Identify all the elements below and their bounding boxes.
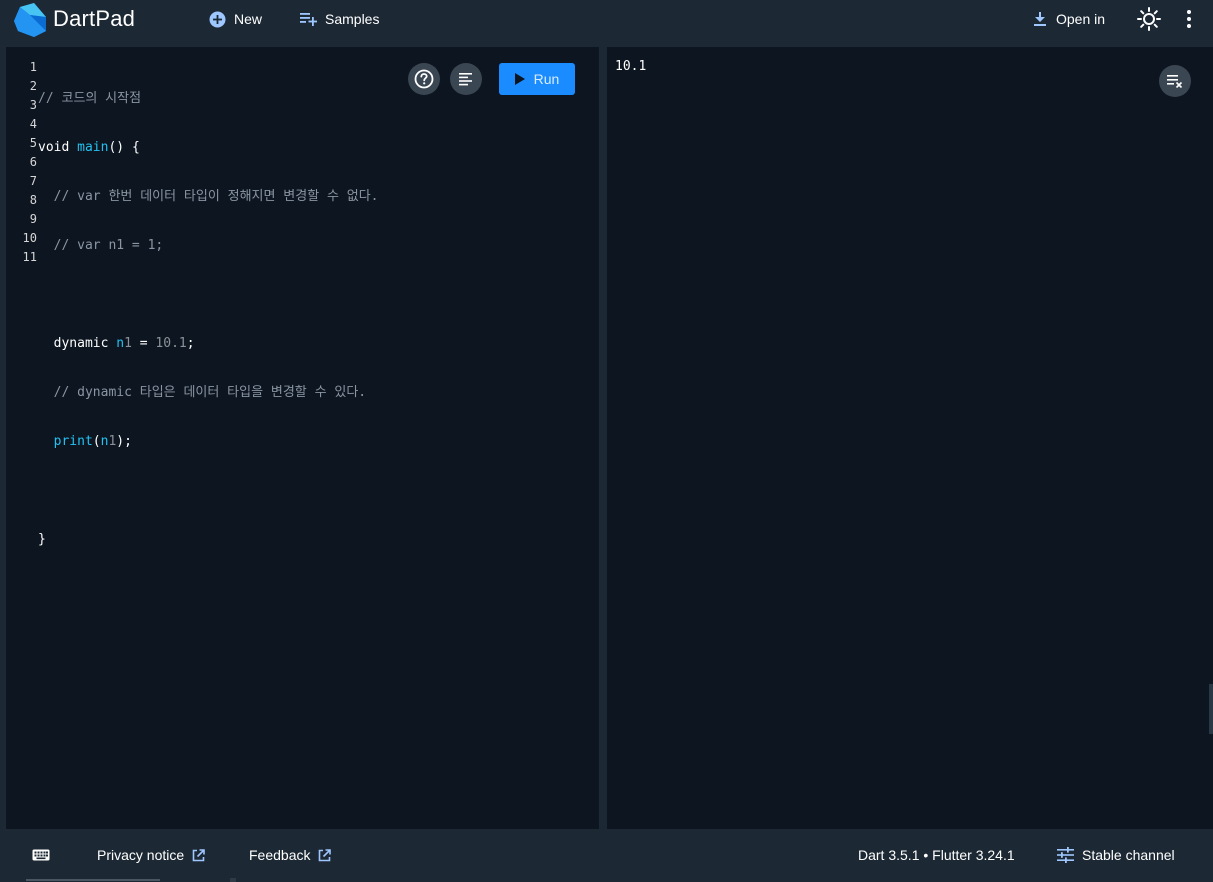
external-link-icon bbox=[319, 848, 332, 861]
scrollbar-handle[interactable] bbox=[230, 878, 236, 882]
keyboard-shortcuts-button[interactable] bbox=[32, 845, 50, 865]
code-line[interactable] bbox=[38, 482, 599, 501]
line-number: 6 bbox=[29, 155, 37, 169]
external-link-icon bbox=[192, 848, 205, 861]
code-line[interactable] bbox=[38, 580, 599, 599]
app-title: DartPad bbox=[53, 6, 136, 31]
channel-label: Stable channel bbox=[1082, 847, 1175, 863]
version-info: Dart 3.5.1 • Flutter 3.24.1 bbox=[858, 845, 1015, 865]
line-number: 8 bbox=[29, 193, 37, 207]
keyboard-icon bbox=[32, 849, 50, 861]
channel-selector-button[interactable]: Stable channel bbox=[1057, 845, 1175, 865]
more-vert-icon bbox=[1187, 10, 1191, 28]
top-bar: DartPad New Samples Open in bbox=[0, 0, 1213, 44]
console-output: 10.1 bbox=[607, 47, 1213, 829]
add-circle-icon bbox=[209, 11, 226, 27]
output-text: 10.1 bbox=[615, 59, 647, 74]
code-line[interactable] bbox=[38, 286, 599, 305]
code-line[interactable]: } bbox=[38, 531, 599, 550]
line-number: 2 bbox=[29, 79, 37, 93]
download-icon bbox=[1034, 12, 1046, 26]
code-line[interactable]: dynamic n1 = 10.1; bbox=[38, 335, 599, 354]
code-line[interactable]: print(n1); bbox=[38, 433, 599, 452]
open-in-button[interactable]: Open in bbox=[1032, 0, 1105, 38]
footer-bar: Privacy notice Feedback Dart 3.5.1 • Flu… bbox=[0, 829, 1213, 882]
clear-console-button[interactable] bbox=[1159, 65, 1191, 97]
help-icon bbox=[414, 69, 434, 89]
privacy-label: Privacy notice bbox=[97, 847, 185, 863]
run-label: Run bbox=[533, 71, 560, 87]
feedback-link[interactable]: Feedback bbox=[249, 845, 332, 865]
line-number: 7 bbox=[29, 174, 37, 188]
dart-logo-icon[interactable] bbox=[12, 3, 48, 37]
code-text[interactable]: // 코드의 시작점 void main() { // var 한번 데이터 타… bbox=[38, 60, 599, 629]
samples-button[interactable]: Samples bbox=[300, 0, 379, 38]
sun-icon bbox=[1137, 7, 1161, 31]
scrollbar-thumb[interactable] bbox=[1209, 684, 1213, 734]
feedback-label: Feedback bbox=[249, 847, 311, 863]
playlist-add-icon bbox=[300, 13, 317, 26]
new-label: New bbox=[234, 11, 263, 27]
code-line[interactable]: // dynamic 타입은 데이터 타입을 변경할 수 있다. bbox=[38, 384, 599, 403]
code-line[interactable]: void main() { bbox=[38, 139, 599, 158]
line-number: 9 bbox=[29, 212, 37, 226]
code-editor[interactable]: 1 2 3 4 5 6 7 8 9 10 11 // 코드의 시작점 void … bbox=[6, 47, 599, 829]
run-button[interactable]: Run bbox=[499, 63, 575, 95]
line-number: 5 bbox=[29, 136, 37, 150]
horizontal-scrollbar[interactable] bbox=[26, 879, 160, 881]
privacy-notice-link[interactable]: Privacy notice bbox=[97, 845, 205, 865]
theme-toggle-button[interactable] bbox=[1137, 7, 1161, 31]
open-in-label: Open in bbox=[1056, 11, 1106, 27]
line-number: 11 bbox=[22, 250, 37, 264]
line-number-gutter: 1 2 3 4 5 6 7 8 9 10 11 bbox=[6, 60, 38, 269]
format-button[interactable] bbox=[450, 63, 482, 95]
line-number: 1 bbox=[29, 60, 37, 74]
new-button[interactable]: New bbox=[209, 0, 262, 38]
help-button[interactable] bbox=[408, 63, 440, 95]
play-icon bbox=[514, 73, 525, 85]
editor-tools bbox=[408, 63, 482, 95]
version-label: Dart 3.5.1 • Flutter 3.24.1 bbox=[858, 847, 1015, 863]
format-icon bbox=[459, 73, 472, 86]
line-number: 3 bbox=[29, 98, 37, 112]
more-menu-button[interactable] bbox=[1184, 8, 1194, 30]
code-line[interactable]: // var 한번 데이터 타입이 정해지면 변경할 수 없다. bbox=[38, 188, 599, 207]
line-number: 10 bbox=[22, 231, 37, 245]
pane-divider[interactable] bbox=[599, 47, 607, 829]
code-line[interactable]: // var n1 = 1; bbox=[38, 237, 599, 256]
clear-output-icon bbox=[1167, 75, 1183, 88]
line-number: 4 bbox=[29, 117, 37, 131]
tune-icon bbox=[1057, 847, 1074, 863]
samples-label: Samples bbox=[325, 11, 380, 27]
